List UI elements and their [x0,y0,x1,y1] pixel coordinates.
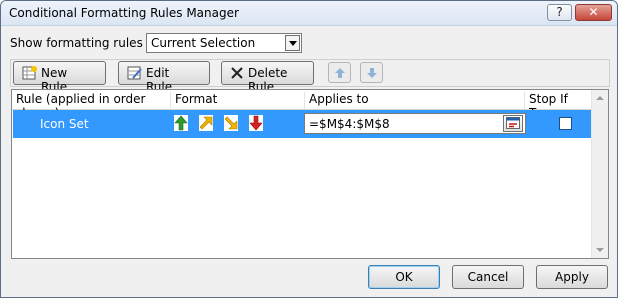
move-up-icon [335,68,345,78]
green-up-arrow-icon [174,115,188,131]
show-rules-label-text: Show formatting rules for: [10,36,167,50]
header-applies-to[interactable]: Applies to [304,92,524,109]
applies-to-value: =$M$4:$M$8 [309,117,390,131]
red-down-arrow-icon [249,115,263,131]
applies-to-input[interactable]: =$M$4:$M$8 [304,113,526,134]
window-title: Conditional Formatting Rules Manager [9,6,239,20]
title-bar[interactable]: Conditional Formatting Rules Manager ? ✕ [1,1,617,26]
collapse-dialog-icon [506,117,520,129]
move-down-button[interactable] [360,62,383,83]
move-down-icon [367,68,377,78]
header-stop-if-true[interactable]: Stop If True [524,92,596,120]
rule-name: Icon Set [40,117,89,131]
edit-rule-icon [127,66,142,80]
scroll-up-icon[interactable] [596,96,604,100]
cancel-button[interactable]: Cancel [452,265,524,289]
edit-rule-button[interactable]: Edit Rule... [118,61,210,94]
apply-button[interactable]: Apply [536,265,608,289]
yellow-down-right-arrow-icon [224,115,238,131]
dropdown-arrow-icon[interactable] [285,35,300,51]
range-selector-button[interactable] [503,115,523,132]
delete-rule-button[interactable]: Delete Rule [221,61,314,94]
show-rules-dropdown[interactable]: Current Selection [146,33,302,53]
close-button[interactable]: ✕ [575,4,612,21]
delete-icon [231,67,243,79]
rules-header: Rule (applied in order shown) Format App… [12,90,596,120]
help-button[interactable]: ? [547,4,572,21]
rules-list[interactable]: Rule (applied in order shown) Format App… [11,89,609,259]
header-rule[interactable]: Rule (applied in order shown) [12,92,170,120]
header-format[interactable]: Format [170,92,304,109]
vertical-scrollbar[interactable] [591,90,608,258]
new-rule-icon [22,66,37,80]
ok-button[interactable]: OK [368,265,440,289]
cancel-label: Cancel [467,270,509,284]
rule-row[interactable]: Icon Set =$M$4:$M$8 [13,110,593,138]
stop-if-true-checkbox[interactable] [559,117,572,130]
ok-label: OK [395,270,413,284]
apply-label: Apply [555,270,589,284]
move-up-button[interactable] [328,62,351,83]
new-rule-button[interactable]: New Rule... [13,61,106,94]
show-rules-label: Show formatting rules for: [10,36,167,50]
scroll-down-icon[interactable] [596,248,604,252]
dialog-window: Conditional Formatting Rules Manager ? ✕… [0,0,618,298]
yellow-up-right-arrow-icon [199,115,213,131]
show-rules-value: Current Selection [151,36,256,50]
